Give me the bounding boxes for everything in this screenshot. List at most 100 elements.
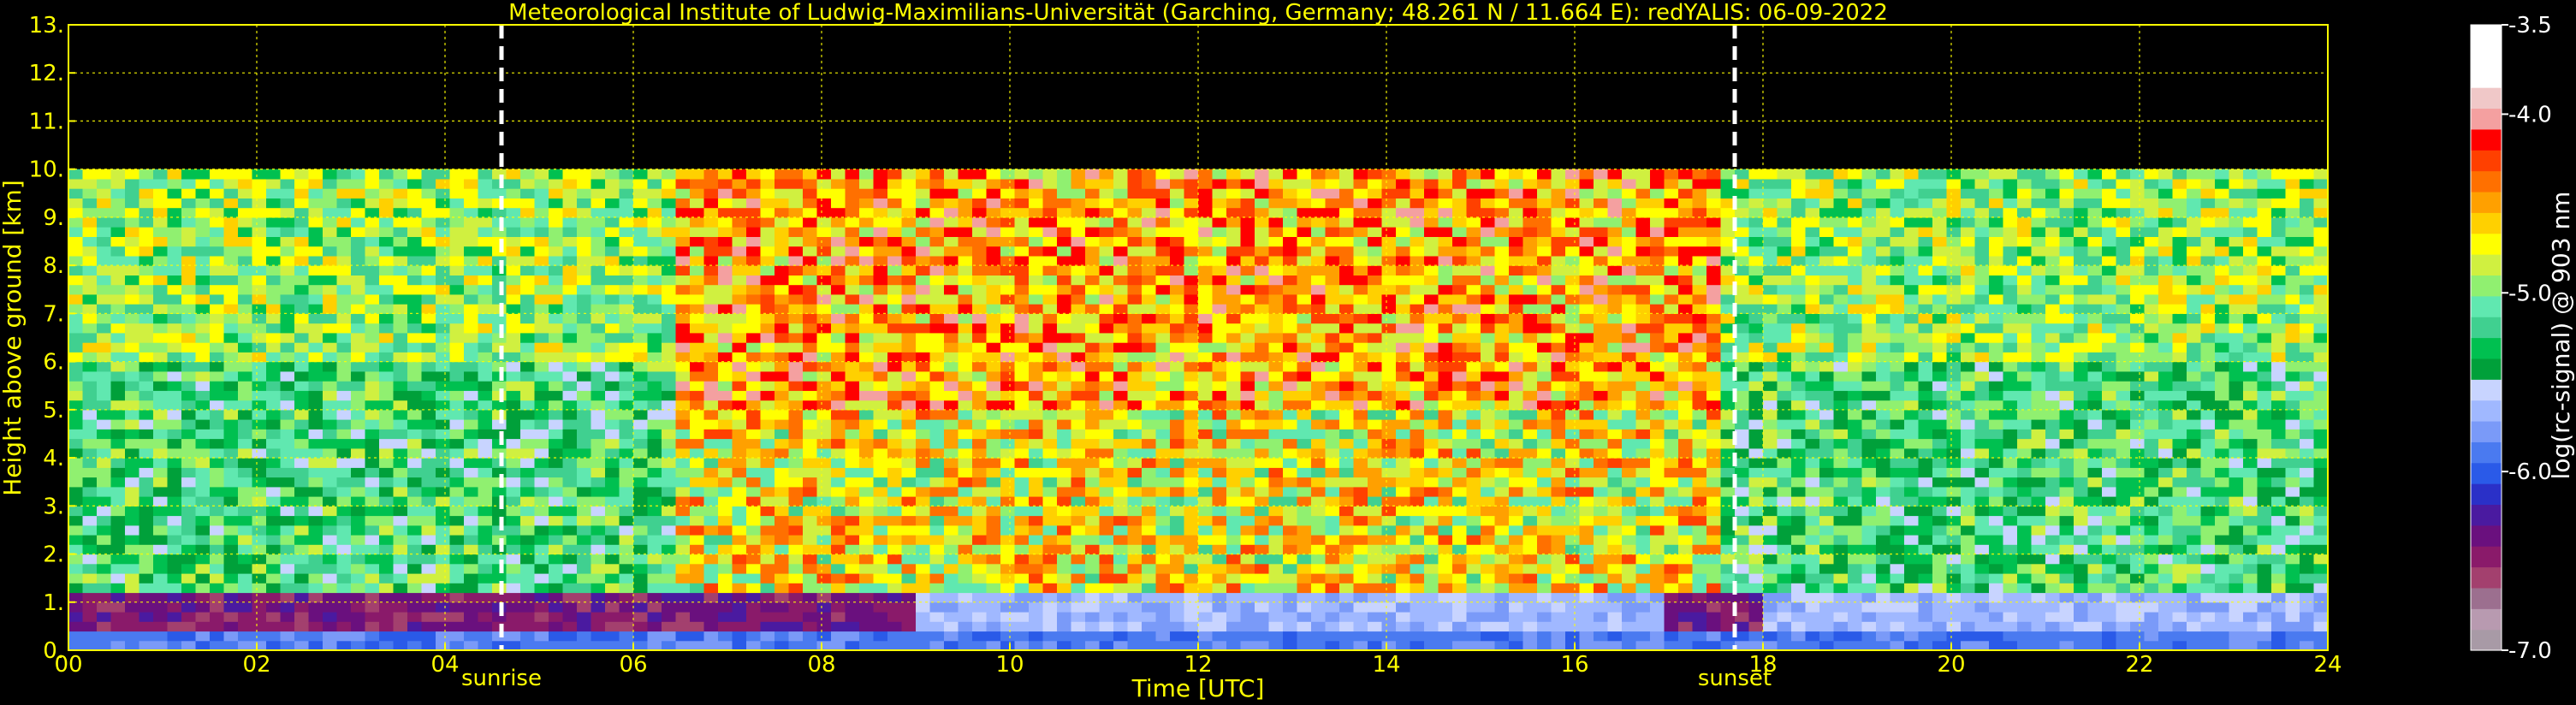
heatmap-cell <box>1466 429 1481 440</box>
heatmap-cell <box>873 535 888 545</box>
heatmap-cell <box>1255 236 1270 247</box>
heatmap-cell <box>1339 236 1355 247</box>
heatmap-cell <box>662 216 677 228</box>
heatmap-cell <box>1311 198 1327 209</box>
heatmap-cell <box>1198 332 1214 343</box>
heatmap-cell <box>308 458 323 468</box>
heatmap-cell <box>252 207 267 218</box>
heatmap-cell <box>1198 563 1214 574</box>
heatmap-cell <box>1368 275 1383 286</box>
heatmap-cell <box>139 640 154 650</box>
heatmap-cell <box>336 486 352 497</box>
heatmap-cell <box>803 524 818 536</box>
heatmap-cell <box>1283 592 1298 603</box>
heatmap-cell <box>916 169 931 180</box>
heatmap-cell <box>1283 573 1298 584</box>
heatmap-cell <box>1212 255 1227 266</box>
heatmap-cell <box>1255 631 1270 642</box>
heatmap-cell <box>393 284 408 295</box>
heatmap-cell <box>125 467 140 478</box>
heatmap-cell <box>1184 458 1199 468</box>
heatmap-cell <box>252 544 267 555</box>
heatmap-cell <box>464 198 479 209</box>
heatmap-cell <box>506 275 521 286</box>
heatmap-cell <box>929 496 945 507</box>
heatmap-cell <box>464 390 479 401</box>
heatmap-cell <box>591 284 606 295</box>
heatmap-cell <box>520 169 536 180</box>
heatmap-cell <box>873 265 888 275</box>
heatmap-cell <box>1396 207 1411 218</box>
heatmap-cell <box>464 342 479 352</box>
heatmap-cell <box>577 313 592 324</box>
heatmap-cell <box>1368 419 1383 430</box>
heatmap-cell <box>238 601 253 613</box>
heatmap-cell <box>393 458 408 468</box>
heatmap-cell <box>534 419 549 430</box>
heatmap-cell <box>520 524 536 536</box>
heatmap-cell <box>619 515 634 526</box>
heatmap-cell <box>1283 265 1298 275</box>
heatmap-cell <box>1042 583 1058 594</box>
heatmap-cell <box>929 265 945 275</box>
heatmap-cell <box>986 486 1001 497</box>
heatmap-cell <box>986 390 1001 401</box>
heatmap-cell <box>591 400 606 411</box>
heatmap-cell <box>1184 304 1199 314</box>
heatmap-cell <box>1155 332 1171 343</box>
heatmap-cell <box>1000 293 1016 305</box>
heatmap-cell <box>605 304 620 314</box>
heatmap-cell <box>1071 438 1086 449</box>
heatmap-cell <box>1099 573 1114 584</box>
heatmap-cell <box>703 438 719 449</box>
heatmap-cell <box>97 631 112 642</box>
heatmap-cell <box>816 323 832 334</box>
heatmap-cell <box>1283 323 1298 334</box>
heatmap-cell <box>1438 216 1453 228</box>
heatmap-cell <box>1410 506 1425 517</box>
heatmap-cell <box>181 640 197 650</box>
heatmap-cell <box>549 169 564 180</box>
heatmap-cell <box>294 506 310 517</box>
heatmap-cell <box>294 554 310 565</box>
heatmap-cell <box>1353 535 1368 545</box>
heatmap-cell <box>436 381 451 391</box>
heatmap-cell <box>421 496 436 507</box>
heatmap-cell <box>816 563 832 574</box>
heatmap-cell <box>1085 381 1101 391</box>
heatmap-cell <box>845 370 860 382</box>
heatmap-cell <box>1255 601 1270 613</box>
heatmap-cell <box>1014 284 1030 295</box>
heatmap-cell <box>859 293 875 305</box>
heatmap-cell <box>690 506 705 517</box>
heatmap-cell <box>97 284 112 295</box>
heatmap-cell <box>1099 390 1114 401</box>
heatmap-cell <box>873 352 888 363</box>
heatmap-cell <box>294 313 310 324</box>
heatmap-cell <box>662 496 677 507</box>
heatmap-cell <box>859 535 875 545</box>
heatmap-cell <box>125 515 140 526</box>
heatmap-cell <box>210 284 225 295</box>
heatmap-cell <box>1042 236 1058 247</box>
heatmap-cell <box>775 640 790 650</box>
heatmap-cell <box>958 188 973 198</box>
heatmap-cell <box>944 284 959 295</box>
heatmap-cell <box>958 631 973 642</box>
heatmap-cell <box>1368 178 1383 189</box>
heatmap-cell <box>1452 361 1468 372</box>
heatmap-cell <box>223 169 239 180</box>
heatmap-cell <box>1466 506 1481 517</box>
heatmap-cell <box>308 477 323 488</box>
heatmap-cell <box>1000 216 1016 228</box>
heatmap-cell <box>421 486 436 497</box>
heatmap-cell <box>1396 592 1411 603</box>
heatmap-cell <box>125 554 140 565</box>
heatmap-cell <box>1170 255 1185 266</box>
heatmap-cell <box>972 188 988 198</box>
heatmap-cell <box>1297 246 1312 257</box>
heatmap-cell <box>266 621 282 632</box>
heatmap-cell <box>1452 458 1468 468</box>
heatmap-cell <box>1353 361 1368 372</box>
heatmap-cell <box>294 486 310 497</box>
